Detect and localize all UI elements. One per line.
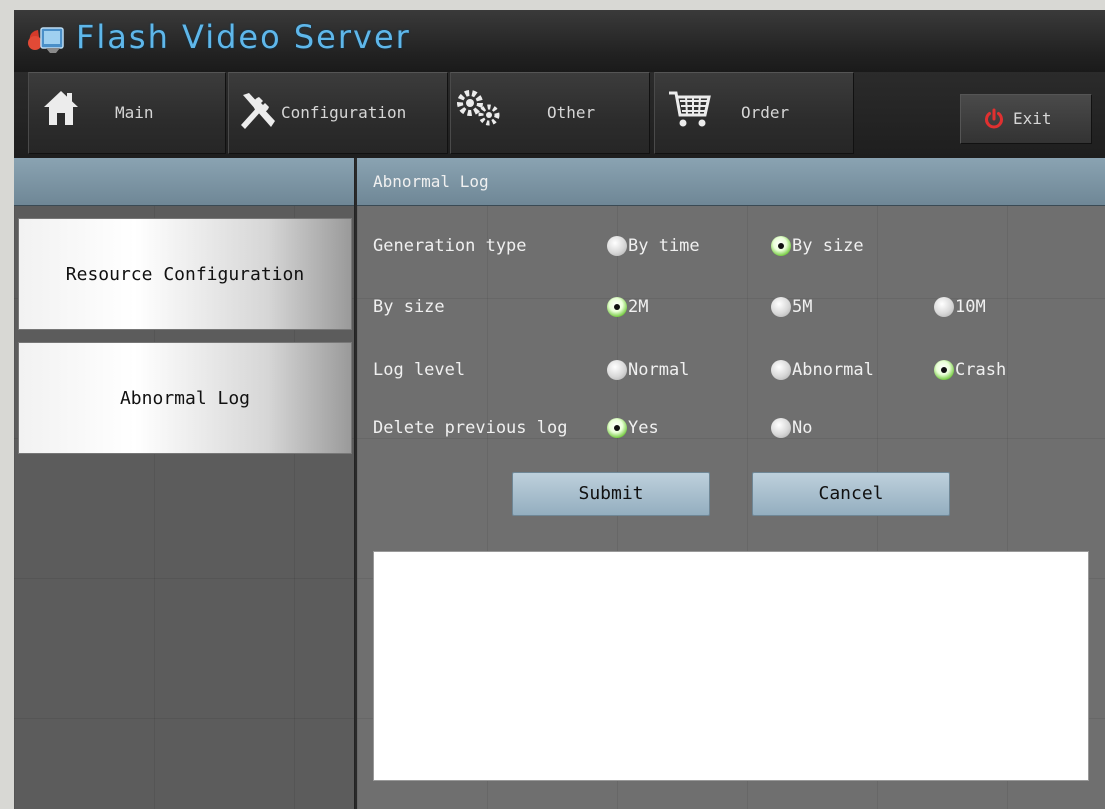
app-logo-icon [28,27,64,53]
radio-icon [934,297,954,317]
tab-order[interactable]: Order [654,72,854,154]
radio-icon [607,360,627,380]
radio-abnormal[interactable]: Abnormal [771,360,874,380]
radio-selected-icon [607,418,627,438]
sidebar-header [14,158,354,206]
cancel-button[interactable]: Cancel [752,472,950,516]
radio-2m-label: 2M [628,297,649,317]
tab-other-label: Other [547,103,596,122]
radio-normal[interactable]: Normal [607,360,689,380]
delete-previous-log-label: Delete previous log [373,418,568,438]
radio-10m-label: 10M [955,297,986,317]
tools-icon [241,93,275,129]
radio-selected-icon [934,360,954,380]
radio-icon [771,360,791,380]
panel-header: Abnormal Log [357,158,1105,206]
sidebar: Resource Configuration Abnormal Log [14,158,354,809]
gears-icon [457,90,500,126]
radio-by-time-label: By time [628,236,700,256]
radio-crash-label: Crash [955,360,1007,380]
tab-configuration[interactable]: Configuration [228,72,448,154]
app-window: Flash Video Server Main Configuration Ot… [14,10,1105,809]
sidebar-item-label: Resource Configuration [65,264,305,285]
radio-selected-icon [771,236,791,256]
tab-order-label: Order [741,103,790,122]
radio-selected-icon [607,297,627,317]
log-output-area[interactable] [373,551,1089,781]
by-size-label: By size [373,297,445,317]
panel-title: Abnormal Log [373,172,489,191]
tab-main-label: Main [115,103,154,122]
submit-button[interactable]: Submit [512,472,710,516]
exit-button[interactable]: Exit [960,94,1092,144]
title-bar: Flash Video Server [14,10,1105,72]
radio-crash[interactable]: Crash [934,360,1006,380]
nav-bar: Main Configuration Other Order Exit [14,72,1105,158]
tab-main[interactable]: Main [28,72,226,154]
radio-no-label: No [792,418,813,438]
radio-by-size-label: By size [792,236,864,256]
sidebar-item-resource-configuration[interactable]: Resource Configuration [18,218,352,330]
radio-abnormal-label: Abnormal [792,360,874,380]
radio-by-size[interactable]: By size [771,236,864,256]
radio-5m-label: 5M [792,297,813,317]
sidebar-item-label: Abnormal Log [119,388,251,409]
app-title: Flash Video Server [76,18,411,56]
log-level-label: Log level [373,360,466,380]
submit-label: Submit [578,483,644,504]
radio-icon [607,236,627,256]
radio-2m[interactable]: 2M [607,297,648,317]
radio-icon [771,297,791,317]
radio-normal-label: Normal [628,360,690,380]
exit-label: Exit [1013,109,1052,128]
main-panel: Abnormal Log Generation type By time By … [355,158,1105,809]
tab-configuration-label: Configuration [281,103,407,122]
radio-by-time[interactable]: By time [607,236,700,256]
sidebar-item-abnormal-log[interactable]: Abnormal Log [18,342,352,454]
content-area: Resource Configuration Abnormal Log Abno… [14,158,1105,809]
home-icon [44,91,78,125]
cancel-label: Cancel [818,483,884,504]
radio-yes[interactable]: Yes [607,418,659,438]
power-icon [985,108,1003,129]
radio-yes-label: Yes [628,418,659,438]
radio-10m[interactable]: 10M [934,297,986,317]
radio-5m[interactable]: 5M [771,297,812,317]
radio-no[interactable]: No [771,418,812,438]
radio-icon [771,418,791,438]
cart-icon [669,91,711,127]
generation-type-label: Generation type [373,236,527,256]
tab-other[interactable]: Other [450,72,650,154]
